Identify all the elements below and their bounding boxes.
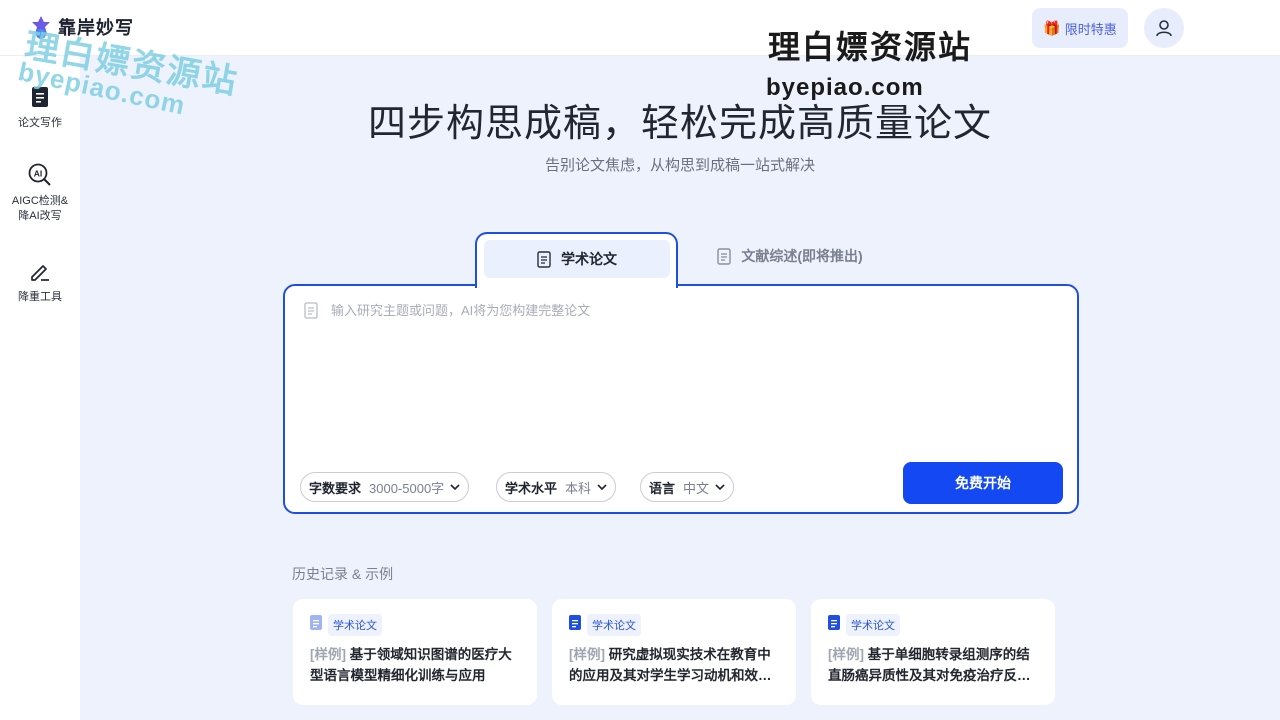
- card-tag: 学术论文: [587, 614, 641, 636]
- start-free-button[interactable]: 免费开始: [903, 462, 1063, 504]
- sidebar-item-aigc-detection[interactable]: AI AIGC检测& 降AI改写: [0, 162, 80, 224]
- sample-prefix: [样例]: [569, 647, 605, 662]
- select-value: 3000-5000字: [369, 480, 445, 496]
- document-outline-icon: [537, 250, 551, 268]
- history-card[interactable]: 学术论文 [样例] 基于单细胞转录组测序的结直肠癌异质性及其对免疫治疗反…: [811, 599, 1055, 705]
- tab-literature-review[interactable]: 文献综述(即将推出): [690, 238, 890, 274]
- tab-label: 文献综述(即将推出): [741, 248, 863, 264]
- word-count-select[interactable]: 字数要求 3000-5000字: [300, 472, 470, 502]
- select-label: 语言: [649, 480, 676, 496]
- card-title: [样例] 基于单细胞转录组测序的结直肠癌异质性及其对免疫治疗反…: [828, 644, 1042, 686]
- tab-label: 学术论文: [561, 251, 617, 267]
- sidebar-item-plagiarism-reduction[interactable]: 降重工具: [0, 258, 80, 305]
- select-label: 学术水平: [505, 480, 558, 496]
- tab-academic-paper[interactable]: 学术论文: [475, 232, 678, 288]
- history-card[interactable]: 学术论文 [样例] 研究虚拟现实技术在教育中的应用及其对学生学习动机和效…: [552, 599, 796, 705]
- topic-input-card: 字数要求 3000-5000字 学术水平 本科 语言 中文 免费开始: [283, 284, 1079, 514]
- history-card[interactable]: 学术论文 [样例] 基于领域知识图谱的医疗大型语言模型精细化训练与应用: [293, 599, 537, 705]
- document-outline-icon: [304, 302, 318, 324]
- page-subtitle: 告别论文焦虑，从构思到成稿一站式解决: [544, 157, 815, 174]
- language-select[interactable]: 语言 中文: [640, 472, 735, 502]
- card-title: [样例] 研究虚拟现实技术在教育中的应用及其对学生学习动机和效…: [569, 644, 783, 686]
- sample-prefix: [样例]: [828, 647, 864, 662]
- user-avatar-button[interactable]: [1144, 8, 1184, 48]
- ai-search-icon: AI: [27, 162, 53, 188]
- document-outline-icon: [717, 247, 732, 265]
- topic-input[interactable]: [331, 298, 1031, 322]
- promo-label: 限时特惠: [1064, 21, 1117, 37]
- select-value: 中文: [683, 480, 710, 496]
- chevron-down-icon: [450, 484, 460, 490]
- gift-icon: 🎁: [1043, 19, 1061, 36]
- card-tag: 学术论文: [328, 614, 382, 636]
- academic-level-select[interactable]: 学术水平 本科: [496, 472, 617, 502]
- svg-text:AI: AI: [34, 169, 43, 179]
- document-icon: [828, 615, 840, 635]
- chevron-down-icon: [597, 484, 607, 490]
- history-heading: 历史记录 & 示例: [292, 566, 394, 582]
- select-value: 本科: [565, 480, 592, 496]
- user-icon: [1156, 20, 1172, 37]
- select-label: 字数要求: [309, 480, 362, 496]
- sample-prefix: [样例]: [310, 647, 346, 662]
- document-icon: [569, 615, 581, 635]
- watermark-text: 理白嫖资源站: [768, 29, 973, 65]
- promo-button[interactable]: 🎁 限时特惠: [1032, 8, 1128, 48]
- card-tag: 学术论文: [846, 614, 900, 636]
- sidebar-item-label: AIGC检测& 降AI改写: [11, 195, 69, 222]
- pen-icon: [27, 258, 53, 284]
- sidebar: 论文写作 AI AIGC检测& 降AI改写 降重工具: [0, 56, 80, 720]
- page-title: 四步构思成稿，轻松完成高质量论文: [367, 103, 992, 145]
- chevron-down-icon: [715, 484, 725, 490]
- sidebar-item-label: 降重工具: [18, 291, 62, 303]
- document-icon: [310, 615, 322, 635]
- sidebar-item-label: 论文写作: [18, 117, 62, 129]
- card-title: [样例] 基于领域知识图谱的医疗大型语言模型精细化训练与应用: [310, 644, 524, 686]
- watermark-url: byepiao.com: [766, 74, 924, 101]
